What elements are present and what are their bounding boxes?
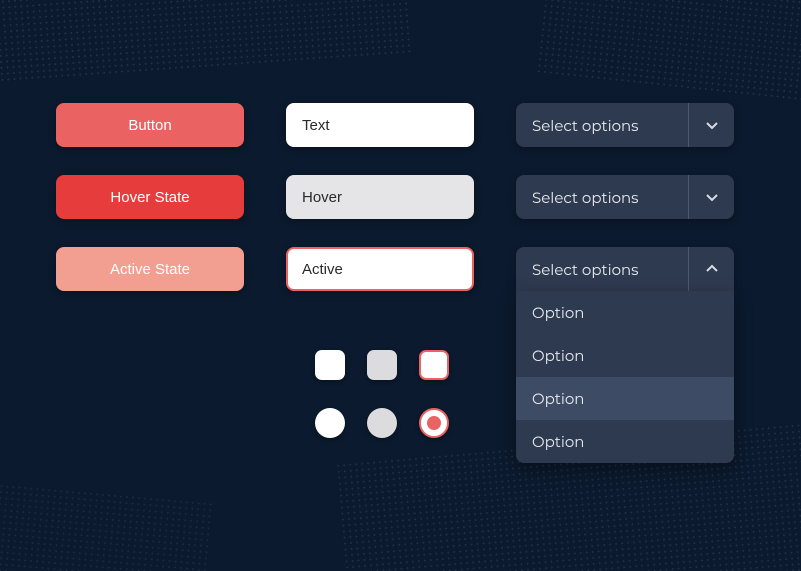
radio-default[interactable]: [315, 408, 345, 438]
dropdown-option[interactable]: Option: [516, 291, 734, 334]
radio-active[interactable]: [419, 408, 449, 438]
dropdown-default[interactable]: Select options: [516, 103, 734, 147]
dropdown-option-hover[interactable]: Option: [516, 377, 734, 420]
dropdown-menu: Option Option Option Option: [516, 291, 734, 463]
chevron-down-icon: [688, 175, 734, 219]
radio-hover[interactable]: [367, 408, 397, 438]
button-default[interactable]: Button: [56, 103, 244, 147]
checkbox-default[interactable]: [315, 350, 345, 380]
chevron-up-icon: [688, 247, 734, 291]
dropdown-active[interactable]: Select options: [516, 247, 734, 291]
dropdown-option[interactable]: Option: [516, 420, 734, 463]
checkbox-active[interactable]: [419, 350, 449, 380]
dropdown-default-label: Select options: [516, 116, 688, 135]
dropdown-hover-label: Select options: [516, 188, 688, 207]
dropdown-active-label: Select options: [516, 260, 688, 279]
text-input-active[interactable]: [286, 247, 474, 291]
text-input-hover[interactable]: [286, 175, 474, 219]
dropdown-option[interactable]: Option: [516, 334, 734, 377]
button-active[interactable]: Active State: [56, 247, 244, 291]
chevron-down-icon: [688, 103, 734, 147]
dropdown-hover[interactable]: Select options: [516, 175, 734, 219]
button-hover[interactable]: Hover State: [56, 175, 244, 219]
text-input-default[interactable]: [286, 103, 474, 147]
checkbox-hover[interactable]: [367, 350, 397, 380]
